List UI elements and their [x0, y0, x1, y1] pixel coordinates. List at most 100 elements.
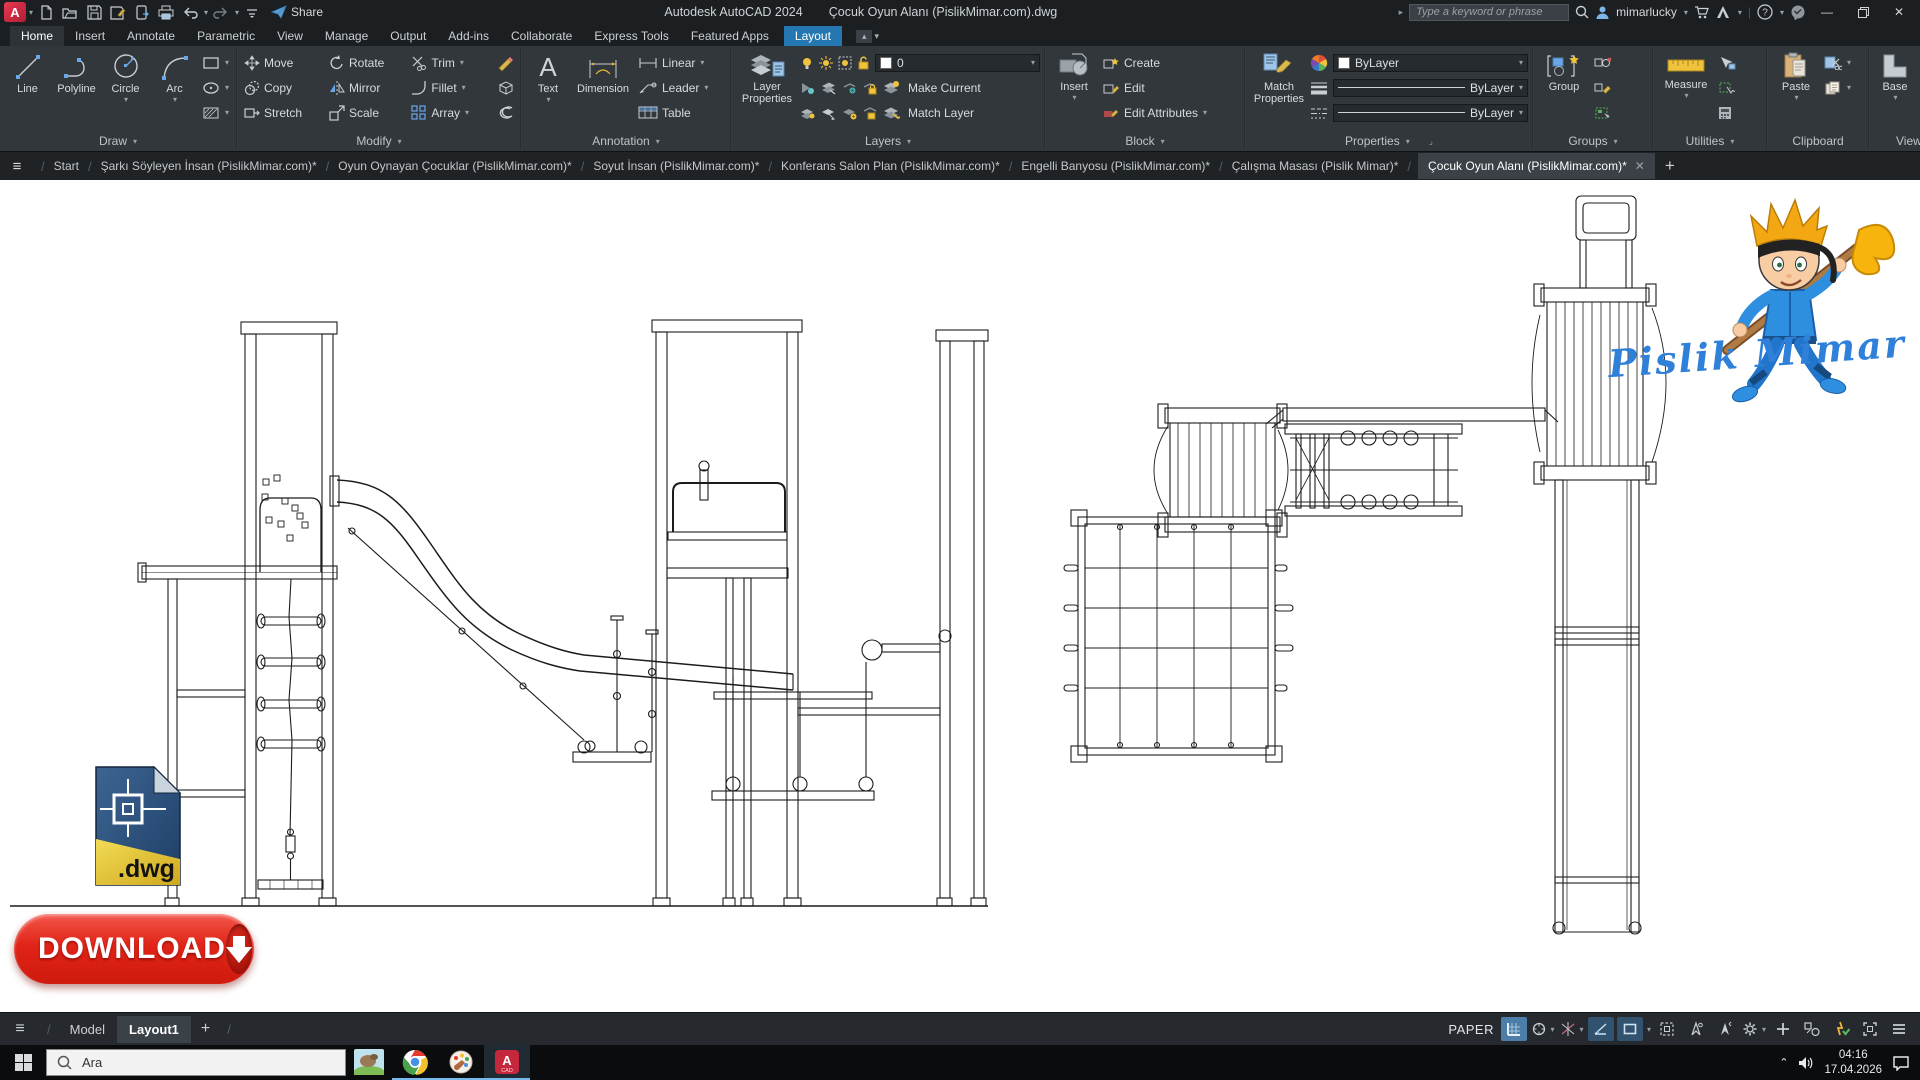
help-icon[interactable]: ? [1757, 4, 1773, 20]
undo-button[interactable] [179, 2, 201, 22]
snap-toggle-button[interactable]: ▾ [1530, 1017, 1556, 1041]
base-button[interactable]: Base▾ [1874, 50, 1916, 103]
ortho-caret-icon[interactable]: ▾ [1647, 1025, 1651, 1034]
redo-button[interactable] [210, 2, 232, 22]
panel-block-footer[interactable]: Block▾ [1046, 131, 1244, 151]
match-properties-button[interactable]: Match Properties [1250, 50, 1308, 105]
file-tab-engelli-banyosu[interactable]: Engelli Banyosu (PislikMimar.com)* [1019, 153, 1212, 179]
layer-freeze-vp-icon[interactable] [838, 56, 852, 70]
file-tab-sarki-soyleyen[interactable]: Şarkı Söyleyen İnsan (PislikMimar.com)* [99, 153, 319, 179]
layer-thaw-icon[interactable] [819, 56, 833, 70]
table-button[interactable]: Table [636, 106, 726, 120]
layer-walk-icon[interactable] [821, 106, 836, 120]
layer-select-combo[interactable]: 0▾ [875, 54, 1040, 72]
cart-icon[interactable] [1694, 5, 1709, 19]
layer-freeze-icon[interactable] [842, 81, 857, 95]
redo-caret-icon[interactable]: ▾ [235, 8, 239, 17]
close-tab-icon[interactable]: ✕ [1635, 159, 1645, 173]
ribbon-tab-expresstools[interactable]: Express Tools [583, 26, 679, 46]
ribbon-tab-collaborate[interactable]: Collaborate [500, 26, 583, 46]
text-button[interactable]: A Text▾ [526, 50, 570, 105]
rotate-button[interactable]: Rotate [327, 50, 407, 75]
new-file-button[interactable] [35, 2, 57, 22]
customization-menu-icon[interactable] [1886, 1017, 1912, 1041]
autodesk-account-icon[interactable] [1715, 5, 1731, 19]
isodraft-button[interactable]: ▾ [1559, 1017, 1585, 1041]
polyline-button[interactable]: Polyline [53, 50, 100, 95]
workspace-switching-button[interactable] [1770, 1017, 1796, 1041]
paper-space-label[interactable]: PAPER [1448, 1022, 1494, 1037]
linetype-combo[interactable]: ByLayer▾ [1333, 104, 1528, 122]
lineweight-combo[interactable]: ByLayer▾ [1333, 79, 1528, 97]
layer-on-icon[interactable] [800, 56, 814, 70]
isolate-objects-button[interactable] [1799, 1017, 1825, 1041]
file-tab-soyut-insan[interactable]: Soyut İnsan (PislikMimar.com)* [591, 153, 761, 179]
group-edit-button[interactable] [1592, 81, 1614, 95]
help-search-input[interactable]: Type a keyword or phrase [1409, 4, 1569, 21]
file-tab-oyun-oynayan[interactable]: Oyun Oynayan Çocuklar (PislikMimar.com)* [336, 153, 573, 179]
ribbon-tab-home[interactable]: Home [10, 26, 64, 46]
arc-button[interactable]: Arc▾ [151, 50, 198, 105]
layer-properties-button[interactable]: Layer Properties [736, 50, 798, 105]
panel-clipboard-footer[interactable]: Clipboard [1768, 131, 1868, 151]
layer-isolate-icon[interactable] [821, 81, 836, 95]
snap-caret-icon[interactable]: ▾ [1550, 1025, 1554, 1034]
ribbon-tab-parametric[interactable]: Parametric [186, 26, 266, 46]
download-button[interactable]: DOWNLOAD [14, 914, 254, 984]
new-layout-button[interactable]: + [191, 1020, 220, 1038]
measure-button[interactable]: Measure▾ [1658, 50, 1714, 101]
search-expand-icon[interactable]: ▸ [1399, 7, 1404, 18]
autodesk-caret-icon[interactable]: ▾ [1738, 8, 1742, 17]
file-tab-konferans[interactable]: Konferans Salon Plan (PislikMimar.com)* [779, 153, 1002, 179]
circle-button[interactable]: Circle▾ [102, 50, 149, 105]
dimension-button[interactable]: Dimension [572, 50, 634, 95]
paste-button[interactable]: Paste▾ [1772, 50, 1820, 103]
file-tab-menu-icon[interactable]: ≡ [0, 158, 34, 175]
clean-screen-button[interactable] [1857, 1017, 1883, 1041]
open-file-button[interactable] [59, 2, 81, 22]
isodraft-caret-icon[interactable]: ▾ [1579, 1025, 1583, 1034]
layout-tab-menu-icon[interactable]: ≡ [0, 1020, 40, 1038]
selection-cycling-button[interactable] [1654, 1017, 1680, 1041]
search-icon[interactable] [1575, 5, 1589, 19]
user-icon[interactable] [1595, 5, 1610, 19]
copy-clip-button[interactable]: ▾ [1822, 81, 1853, 95]
save-as-button[interactable] [107, 2, 129, 22]
overkill-button[interactable] [494, 105, 516, 121]
annotation-scale-gear-button[interactable]: ▾ [1741, 1017, 1767, 1041]
taskbar-paint-button[interactable] [438, 1045, 484, 1080]
object-color-combo[interactable]: ByLayer▾ [1333, 54, 1528, 72]
annotation-visibility-button[interactable] [1683, 1017, 1709, 1041]
notification-center-icon[interactable] [1892, 1055, 1910, 1071]
rectangle-tool-button[interactable]: ▾ [200, 56, 231, 70]
autocad-app-icon[interactable]: A [4, 2, 26, 22]
ribbon-tab-addins[interactable]: Add-ins [437, 26, 500, 46]
copy-button[interactable]: Copy [242, 75, 325, 100]
print-button[interactable] [155, 2, 177, 22]
plot-mobile-button[interactable] [131, 2, 153, 22]
feedback-icon[interactable] [1790, 5, 1806, 20]
taskbar-app-thumbnail[interactable] [346, 1045, 392, 1080]
base-caret-icon[interactable]: ▾ [1893, 94, 1897, 103]
drawing-canvas[interactable]: Pislik Mimar .dwg DOWNLOAD [0, 180, 1920, 1012]
arc-caret-icon[interactable]: ▾ [173, 96, 177, 105]
ribbon-tab-view[interactable]: View [266, 26, 314, 46]
customize-qat-button[interactable] [241, 2, 263, 22]
ellipse-tool-button[interactable]: ▾ [200, 81, 231, 95]
panel-layers-footer[interactable]: Layers▾ [732, 131, 1044, 151]
app-menu-caret-icon[interactable]: ▾ [29, 8, 33, 17]
array-button[interactable]: Array▾ [409, 100, 492, 125]
taskbar-autocad-button[interactable]: ACAD [484, 1045, 530, 1080]
quick-select-button[interactable] [1716, 56, 1738, 70]
measure-caret-icon[interactable]: ▾ [1684, 92, 1688, 101]
stretch-button[interactable]: Stretch [242, 100, 325, 125]
start-button[interactable] [0, 1054, 46, 1071]
taskbar-search-input[interactable]: Ara [46, 1049, 346, 1076]
undo-caret-icon[interactable]: ▾ [204, 8, 208, 17]
tray-expand-icon[interactable]: ⌃ [1779, 1056, 1788, 1069]
insert-caret-icon[interactable]: ▾ [1072, 94, 1076, 103]
paste-caret-icon[interactable]: ▾ [1794, 94, 1798, 103]
ribbon-tab-annotate[interactable]: Annotate [116, 26, 186, 46]
cut-button[interactable]: ▾ [1822, 56, 1853, 70]
panel-view-footer[interactable]: View▾⌟ [1870, 131, 1920, 151]
